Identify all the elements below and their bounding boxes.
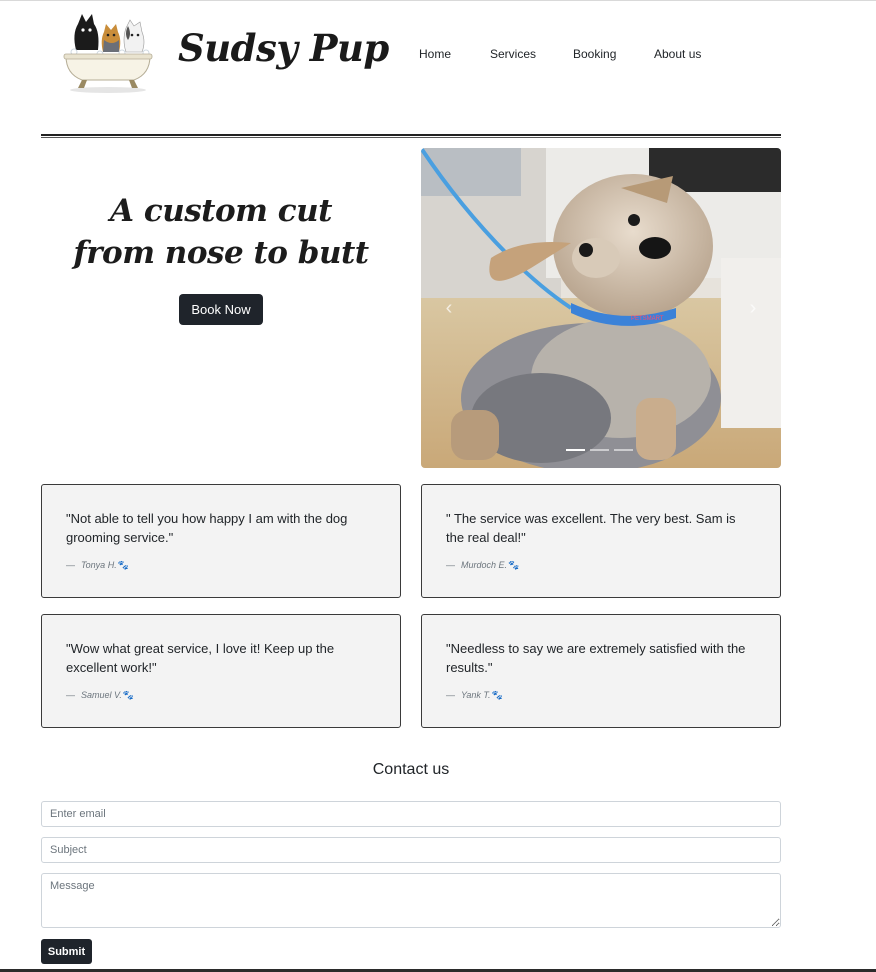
brand-name[interactable]: Sudsy Pup: [178, 26, 389, 70]
yorkie-dog-photo: PETSMART: [421, 148, 781, 468]
nav-services[interactable]: Services: [490, 47, 536, 61]
nav-home[interactable]: Home: [419, 47, 451, 61]
testimonial-quote: " The service was excellent. The very be…: [446, 511, 736, 545]
testimonial-card: "Not able to tell you how happy I am wit…: [41, 484, 401, 598]
top-border: [0, 0, 876, 1]
image-carousel: PETSMART ‹ ›: [421, 148, 781, 468]
subject-field[interactable]: [41, 837, 781, 863]
testimonial-quote: "Wow what great service, I love it! Keep…: [66, 641, 335, 675]
testimonial-author-name: Yank T.: [461, 690, 491, 700]
message-field[interactable]: [41, 873, 781, 928]
chevron-right-icon: ›: [749, 296, 757, 319]
testimonial-author: — Samuel V.🐾: [66, 690, 135, 700]
paw-icon: 🐾: [491, 690, 503, 700]
carousel-prev-button[interactable]: ‹: [429, 296, 469, 320]
testimonial-card: "Wow what great service, I love it! Keep…: [41, 614, 401, 728]
testimonial-author: — Yank T.🐾: [446, 690, 503, 700]
hero-title: A custom cut from nose to butt: [41, 190, 401, 274]
testimonial-author: — Tonya H.🐾: [66, 560, 129, 570]
submit-button[interactable]: Submit: [41, 939, 92, 964]
chevron-left-icon: ‹: [445, 296, 453, 319]
book-now-button[interactable]: Book Now: [179, 294, 263, 325]
carousel-indicator-1[interactable]: [566, 449, 585, 451]
header-divider: [41, 134, 781, 138]
carousel-indicator-2[interactable]: [590, 449, 609, 451]
nav-booking[interactable]: Booking: [573, 47, 616, 61]
carousel-next-button[interactable]: ›: [733, 296, 773, 320]
hero-title-line-1: A custom cut: [109, 193, 333, 229]
testimonial-author-name: Tonya H.: [81, 560, 117, 570]
testimonial-quote: "Not able to tell you how happy I am wit…: [66, 511, 348, 545]
testimonial-author-name: Samuel V.: [81, 690, 122, 700]
paw-icon: 🐾: [122, 690, 135, 700]
svg-text:PETSMART: PETSMART: [631, 316, 664, 322]
testimonial-author-name: Murdoch E.: [461, 560, 508, 570]
testimonial-card: " The service was excellent. The very be…: [421, 484, 781, 598]
dogs-in-bathtub-logo-icon: [63, 14, 153, 93]
nav-about-us[interactable]: About us: [654, 47, 701, 61]
logo-image[interactable]: [62, 10, 154, 94]
testimonial-quote: "Needless to say we are extremely satisf…: [446, 641, 746, 675]
email-field[interactable]: [41, 801, 781, 827]
contact-title: Contact us: [372, 761, 450, 778]
paw-icon: 🐾: [117, 560, 129, 570]
hero-title-line-2: from nose to butt: [73, 235, 369, 271]
carousel-indicator-3[interactable]: [614, 449, 633, 451]
testimonial-card: "Needless to say we are extremely satisf…: [421, 614, 781, 728]
paw-icon: 🐾: [508, 560, 520, 570]
testimonial-author: — Murdoch E.🐾: [446, 560, 520, 570]
